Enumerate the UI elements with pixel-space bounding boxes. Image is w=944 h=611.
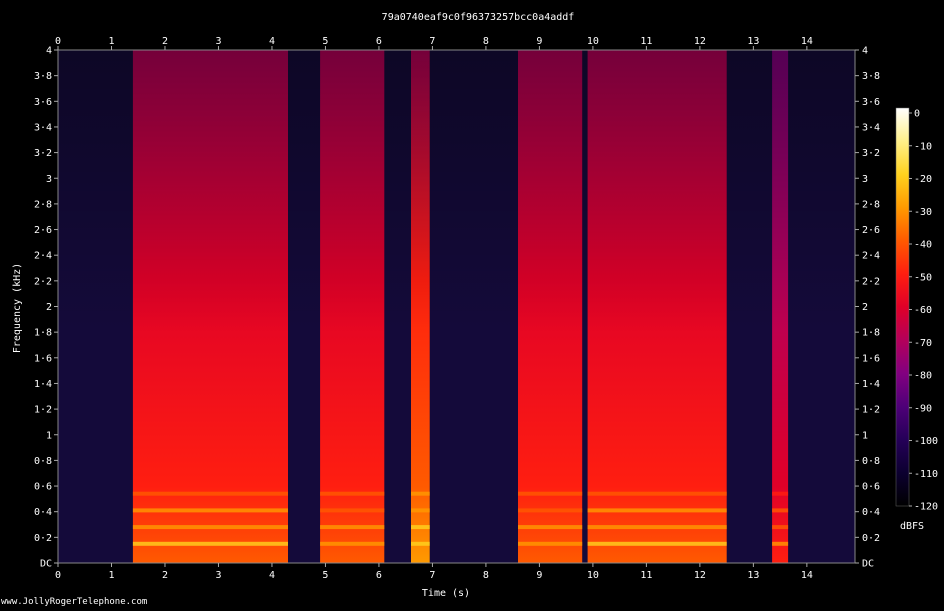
- footer-watermark: www.JollyRogerTelephone.com: [1, 597, 148, 607]
- x-tick-label-top: 3: [215, 36, 221, 47]
- y-tick-label-right: 0·4: [862, 507, 880, 518]
- x-tick-label-top: 10: [587, 36, 599, 47]
- y-tick-label-right: 1: [862, 430, 868, 441]
- colorbar-tick-label: -20: [914, 174, 932, 185]
- colorbar-gradient: [895, 107, 910, 507]
- x-tick-label: 3: [215, 570, 221, 581]
- y-tick-label-right: 3·4: [862, 122, 880, 133]
- y-tick-label: 1·8: [34, 328, 52, 339]
- y-tick-label: 4: [46, 46, 52, 57]
- colorbar-tick-label: -100: [914, 436, 938, 447]
- chart-title: 79a0740eaf9c0f96373257bcc0a4addf: [382, 12, 575, 23]
- plot-shading: [58, 50, 855, 563]
- x-tick-label-top: 5: [322, 36, 328, 47]
- plot-area: [57, 49, 856, 564]
- colorbar-tick-label: -40: [914, 240, 932, 251]
- x-tick-label-top: 7: [429, 36, 435, 47]
- x-tick-label: 10: [587, 570, 599, 581]
- x-tick-label: 11: [640, 570, 652, 581]
- y-tick-label: 2: [46, 302, 52, 313]
- x-axis-top: 0 1 2 3 4 5 6 7 8 9 10 11 12 13 14: [55, 36, 813, 50]
- y-tick-label-right: 1·4: [862, 379, 880, 390]
- y-tick-label: 0·8: [34, 456, 52, 467]
- x-tick-label: 2: [162, 570, 168, 581]
- y-tick-label: 2·8: [34, 199, 52, 210]
- x-tick-label: 5: [322, 570, 328, 581]
- y-tick-label-right: 1·8: [862, 328, 880, 339]
- y-tick-label: 3: [46, 174, 52, 185]
- y-tick-label: 0·6: [34, 482, 52, 493]
- x-tick-label-top: 2: [162, 36, 168, 47]
- y-tick-label-right: 2·8: [862, 199, 880, 210]
- x-tick-label: 6: [376, 570, 382, 581]
- y-tick-label: DC: [40, 559, 52, 570]
- colorbar-tick-label: -30: [914, 207, 932, 218]
- colorbar: 0 -10 -20 -30 -40 -50 -60 -70 -80 -90 -100 -110 -120…: [895, 107, 938, 532]
- x-tick-label-top: 12: [694, 36, 706, 47]
- y-tick-label-right: 2·6: [862, 225, 880, 236]
- x-tick-label-top: 13: [747, 36, 759, 47]
- y-tick-label: 3·6: [34, 97, 52, 108]
- x-tick-label-top: 1: [108, 36, 114, 47]
- y-tick-label: 2·6: [34, 225, 52, 236]
- x-axis-label: Time (s): [422, 588, 470, 599]
- y-tick-label: 3·4: [34, 122, 52, 133]
- x-tick-label: 9: [536, 570, 542, 581]
- y-tick-label-right: 1·2: [862, 405, 880, 416]
- x-tick-label: 7: [429, 570, 435, 581]
- x-tick-label-top: 0: [55, 36, 61, 47]
- x-tick-label-top: 9: [536, 36, 542, 47]
- y-tick-label-right: 3·2: [862, 148, 880, 159]
- x-axis-bottom: 0 1 2 3 4 5 6 7 8 9 10 11 12 13 14: [55, 563, 813, 581]
- y-tick-label-right: DC: [862, 559, 874, 570]
- y-tick-label-right: 2·2: [862, 276, 880, 287]
- colorbar-tick-label: -80: [914, 371, 932, 382]
- y-tick-label: 2·4: [34, 251, 52, 262]
- x-tick-label-top: 11: [640, 36, 652, 47]
- y-tick-label: 2·2: [34, 276, 52, 287]
- y-tick-label: 3·8: [34, 71, 52, 82]
- y-tick-label-right: 3·6: [862, 97, 880, 108]
- colorbar-tick-label: -10: [914, 141, 932, 152]
- x-tick-label: 4: [269, 570, 275, 581]
- colorbar-tick-label: 0: [914, 109, 920, 120]
- y-tick-label-right: 0·6: [862, 482, 880, 493]
- y-tick-label-right: 0·8: [862, 456, 880, 467]
- colorbar-tick-label: -60: [914, 305, 932, 316]
- x-tick-label: 0: [55, 570, 61, 581]
- y-tick-label: 3·2: [34, 148, 52, 159]
- colorbar-tick-label: -120: [914, 502, 938, 513]
- colorbar-label: dBFS: [900, 521, 924, 532]
- x-tick-label-top: 8: [483, 36, 489, 47]
- colorbar-tick-label: -90: [914, 403, 932, 414]
- y-tick-label: 1: [46, 430, 52, 441]
- y-axis-right: DC 0·2 0·4 0·6 0·8 1 1·2 1·4 1·6 1·8 2 2·2 2·4 2·6 2·8…: [855, 46, 880, 570]
- y-tick-label-right: 3: [862, 174, 868, 185]
- x-tick-label: 14: [801, 570, 813, 581]
- y-tick-label-right: 0·2: [862, 533, 880, 544]
- y-tick-label: 0·2: [34, 533, 52, 544]
- y-axis-label: Frequency (kHz): [12, 263, 23, 353]
- colorbar-tick-label: -70: [914, 338, 932, 349]
- y-tick-label: 1·4: [34, 379, 52, 390]
- x-tick-label: 12: [694, 570, 706, 581]
- colorbar-tick-label: -110: [914, 469, 938, 480]
- y-tick-label-right: 2: [862, 302, 868, 313]
- y-tick-label: 1·2: [34, 405, 52, 416]
- y-tick-label: 1·6: [34, 353, 52, 364]
- x-tick-label-top: 14: [801, 36, 813, 47]
- x-tick-label: 8: [483, 570, 489, 581]
- y-tick-label-right: 4: [862, 46, 868, 57]
- y-tick-label: 0·4: [34, 507, 52, 518]
- x-tick-label-top: 4: [269, 36, 275, 47]
- y-tick-label-right: 2·4: [862, 251, 880, 262]
- colorbar-tick-label: -50: [914, 272, 932, 283]
- x-tick-label-top: 6: [376, 36, 382, 47]
- spectrogram-chart: 79a0740eaf9c0f96373257bcc0a4addf 0123456…: [12, 12, 938, 599]
- x-tick-label: 13: [747, 570, 759, 581]
- x-tick-label: 1: [108, 570, 114, 581]
- y-tick-label-right: 1·6: [862, 353, 880, 364]
- y-axis-left: DC 0·2 0·4 0·6 0·8 1 1·2 1·4 1·6 1·8 2 2·2 2·4 2·6 2·8…: [34, 46, 58, 570]
- y-tick-label-right: 3·8: [862, 71, 880, 82]
